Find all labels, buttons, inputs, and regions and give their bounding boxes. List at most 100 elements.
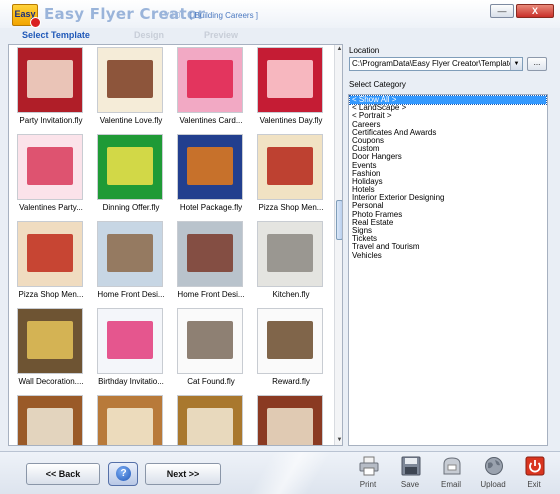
toolbar-decoration bbox=[230, 452, 350, 494]
template-label: Dinning Offer.fly bbox=[102, 203, 160, 212]
template-thumbnail[interactable] bbox=[17, 395, 83, 445]
back-button[interactable]: << Back bbox=[26, 463, 100, 485]
upload-label: Upload bbox=[480, 480, 506, 489]
category-item[interactable]: Door Hangers bbox=[350, 153, 546, 161]
location-dropdown[interactable]: C:\ProgramData\Easy Flyer Creator\Templa… bbox=[349, 57, 523, 71]
template-thumbnail[interactable] bbox=[17, 134, 83, 200]
template-thumbnail[interactable] bbox=[177, 47, 243, 113]
template-tile[interactable]: Birthday Invitatio... bbox=[91, 306, 171, 393]
template-tile[interactable] bbox=[11, 393, 91, 445]
template-tile[interactable]: Home Front Desi... bbox=[171, 219, 251, 306]
template-tile[interactable]: Home Front Desi... bbox=[91, 219, 171, 306]
template-thumbnail[interactable] bbox=[257, 395, 323, 445]
template-tile[interactable]: Cat Found.fly bbox=[171, 306, 251, 393]
template-label: Party Invitation.fly bbox=[19, 116, 83, 125]
category-label: Select Category bbox=[349, 80, 406, 89]
mailbox-icon bbox=[443, 457, 461, 475]
browse-button[interactable]: ... bbox=[527, 57, 547, 71]
template-label: Pizza Shop Men... bbox=[18, 290, 84, 299]
scroll-up-icon[interactable]: ▲ bbox=[335, 45, 342, 54]
thumbnail-art bbox=[106, 320, 154, 359]
scrollbar-thumb[interactable] bbox=[336, 200, 342, 240]
template-tile[interactable]: Party Invitation.fly bbox=[11, 45, 91, 132]
template-label: Valentines Party... bbox=[19, 203, 83, 212]
template-gallery: Party Invitation.fly Valentine Love.fly Va… bbox=[8, 44, 343, 446]
thumbnail-art bbox=[26, 146, 74, 185]
template-thumbnail[interactable] bbox=[17, 47, 83, 113]
template-tile[interactable]: Dinning Offer.fly bbox=[91, 132, 171, 219]
scroll-down-icon[interactable]: ▼ bbox=[335, 436, 342, 445]
thumbnail-art bbox=[186, 407, 234, 445]
next-button[interactable]: Next >> bbox=[145, 463, 221, 485]
template-label: Valentine Love.fly bbox=[99, 116, 163, 125]
template-tile[interactable]: Valentines Day.fly bbox=[251, 45, 331, 132]
template-thumbnail[interactable] bbox=[97, 134, 163, 200]
template-tile[interactable]: Valentines Party... bbox=[11, 132, 91, 219]
thumbnail-art bbox=[26, 59, 74, 98]
app-title: Easy Flyer Creator bbox=[44, 5, 206, 23]
template-thumbnail[interactable] bbox=[177, 221, 243, 287]
template-label: Valentines Card... bbox=[179, 116, 243, 125]
upload-button[interactable]: Upload bbox=[476, 456, 510, 492]
thumbnail-art bbox=[266, 59, 314, 98]
step-preview: Preview bbox=[204, 30, 239, 40]
close-window-button[interactable]: X bbox=[516, 4, 554, 18]
template-label: Wall Decoration.... bbox=[18, 377, 84, 386]
thumbnail-art bbox=[186, 59, 234, 98]
template-tile[interactable]: Hotel Package.fly bbox=[171, 132, 251, 219]
help-button[interactable]: ? bbox=[108, 462, 138, 486]
help-icon: ? bbox=[116, 466, 131, 481]
category-item[interactable]: Holidays bbox=[350, 177, 546, 186]
minimize-button[interactable]: — bbox=[490, 4, 514, 18]
category-item[interactable]: Real Estate bbox=[350, 218, 546, 227]
template-thumbnail[interactable] bbox=[17, 308, 83, 374]
chevron-down-icon[interactable]: ▼ bbox=[510, 58, 522, 70]
app-logo: Easy bbox=[12, 4, 41, 28]
title-bar: Easy Easy Flyer Creator V3.0 [ Building … bbox=[0, 0, 560, 28]
template-label: Home Front Desi... bbox=[177, 290, 245, 299]
thumbnail-art bbox=[26, 320, 74, 359]
exit-button[interactable]: Exit bbox=[517, 456, 551, 492]
template-thumbnail[interactable] bbox=[97, 47, 163, 113]
template-thumbnail[interactable] bbox=[177, 308, 243, 374]
thumbnail-art bbox=[266, 407, 314, 445]
thumbnail-art bbox=[106, 59, 154, 98]
template-tile[interactable] bbox=[91, 393, 171, 445]
template-label: Valentines Day.fly bbox=[259, 116, 323, 125]
template-thumbnail[interactable] bbox=[17, 221, 83, 287]
template-thumbnail[interactable] bbox=[97, 308, 163, 374]
template-thumbnail[interactable] bbox=[257, 47, 323, 113]
template-thumbnail[interactable] bbox=[257, 308, 323, 374]
category-list[interactable]: < Show All > < LandScape > < Portrait > Car… bbox=[348, 94, 548, 446]
template-tile[interactable]: Valentines Card... bbox=[171, 45, 251, 132]
template-tile[interactable]: Pizza Shop Men... bbox=[251, 132, 331, 219]
template-tile[interactable] bbox=[251, 393, 331, 445]
app-tagline: [ Building Careers ] bbox=[190, 11, 259, 20]
print-button[interactable]: Print bbox=[351, 456, 385, 492]
template-thumbnail[interactable] bbox=[257, 221, 323, 287]
template-thumbnail[interactable] bbox=[97, 395, 163, 445]
template-thumbnail[interactable] bbox=[177, 134, 243, 200]
template-tile[interactable] bbox=[171, 393, 251, 445]
thumbnail-art bbox=[106, 407, 154, 445]
template-tile[interactable]: Reward.fly bbox=[251, 306, 331, 393]
bottom-toolbar: << Back ? Next >> Print Save Email Uploa bbox=[0, 451, 560, 494]
template-label: Pizza Shop Men... bbox=[258, 203, 324, 212]
exit-label: Exit bbox=[527, 480, 541, 489]
step-select-template[interactable]: Select Template bbox=[22, 30, 90, 40]
category-item[interactable]: Signs bbox=[350, 226, 546, 235]
template-label: Home Front Desi... bbox=[97, 290, 165, 299]
template-tile[interactable]: Wall Decoration.... bbox=[11, 306, 91, 393]
category-item[interactable]: Vehicles bbox=[350, 251, 546, 260]
template-tile[interactable]: Valentine Love.fly bbox=[91, 45, 171, 132]
template-tile[interactable]: Pizza Shop Men... bbox=[11, 219, 91, 306]
thumbnail-art bbox=[106, 233, 154, 272]
template-thumbnail[interactable] bbox=[177, 395, 243, 445]
template-thumbnail[interactable] bbox=[257, 134, 323, 200]
template-thumbnail[interactable] bbox=[97, 221, 163, 287]
gallery-scrollbar[interactable]: ▲ ▼ bbox=[334, 45, 342, 445]
template-tile[interactable]: Kitchen.fly bbox=[251, 219, 331, 306]
email-button[interactable]: Email bbox=[434, 456, 468, 492]
thumbnail-art bbox=[266, 146, 314, 185]
save-button[interactable]: Save bbox=[393, 456, 427, 492]
